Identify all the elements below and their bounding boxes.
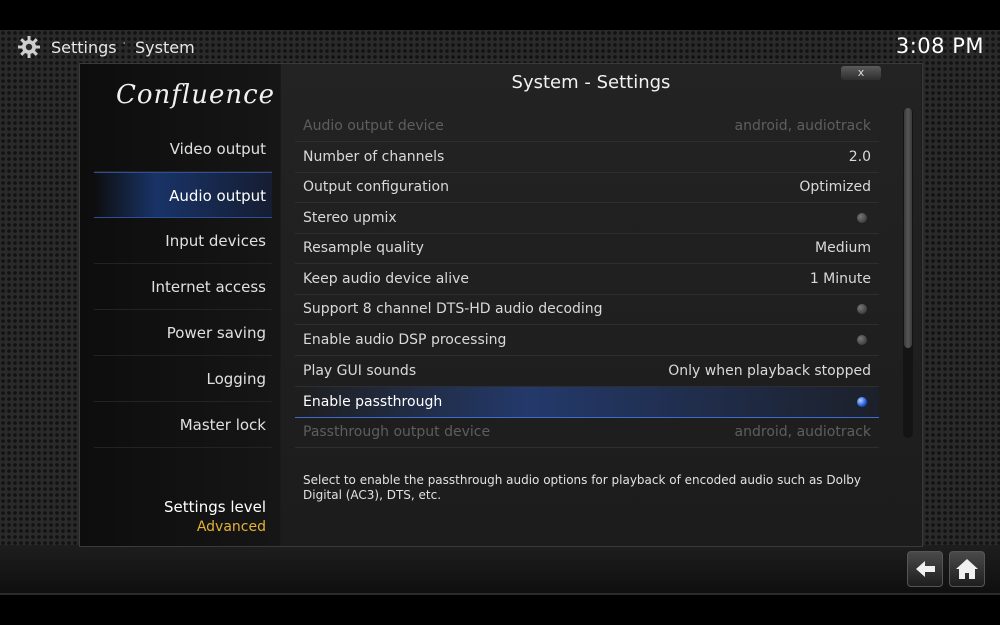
setting-value: Optimized — [799, 179, 871, 195]
radio-off-icon — [857, 335, 867, 345]
setting-value: 1 Minute — [809, 271, 871, 287]
clock: 3:08 PM — [895, 34, 984, 58]
setting-label: Stereo upmix — [303, 210, 397, 226]
setting-dts-hd-decoding[interactable]: Support 8 channel DTS-HD audio decoding — [295, 294, 879, 325]
close-button[interactable]: x — [841, 66, 881, 80]
setting-audio-dsp-processing[interactable]: Enable audio DSP processing — [295, 325, 879, 356]
breadcrumb-settings: Settings — [51, 38, 117, 57]
setting-value: Medium — [815, 240, 871, 256]
setting-stereo-upmix[interactable]: Stereo upmix — [295, 203, 879, 234]
setting-number-of-channels[interactable]: Number of channels 2.0 — [295, 142, 879, 173]
setting-passthrough-output-device[interactable]: Passthrough output device android, audio… — [295, 417, 879, 448]
back-button[interactable] — [907, 551, 943, 587]
radio-off-icon — [857, 213, 867, 223]
confluence-logo: Confluence — [116, 80, 276, 110]
scrollbar[interactable] — [903, 108, 913, 438]
radio-off-icon — [857, 304, 867, 314]
scrollbar-thumb[interactable] — [904, 108, 912, 348]
setting-label: Number of channels — [303, 149, 445, 165]
sidebar: Confluence Video output Audio output Inp… — [80, 64, 280, 546]
setting-output-configuration[interactable]: Output configuration Optimized — [295, 172, 879, 203]
settings-level-value: Advanced — [196, 519, 266, 535]
setting-audio-output-device[interactable]: Audio output device android, audiotrack — [295, 111, 879, 142]
setting-value: Only when playback stopped — [668, 363, 871, 379]
radio-on-icon — [857, 397, 867, 407]
setting-label: Audio output device — [303, 118, 444, 134]
sidebar-item-input-devices[interactable]: Input devices — [94, 218, 272, 264]
page-title: System - Settings — [511, 72, 671, 93]
setting-play-gui-sounds[interactable]: Play GUI sounds Only when playback stopp… — [295, 356, 879, 387]
settings-window: Confluence Video output Audio output Inp… — [79, 63, 923, 547]
setting-value: android, audiotrack — [734, 424, 871, 440]
setting-description: Select to enable the passthrough audio o… — [303, 473, 861, 502]
sidebar-item-master-lock[interactable]: Master lock — [94, 402, 272, 448]
sidebar-item-logging[interactable]: Logging — [94, 356, 272, 402]
header: Settings · System 3:08 PM — [0, 30, 1000, 64]
setting-label: Resample quality — [303, 240, 424, 256]
setting-label: Enable audio DSP processing — [303, 332, 507, 348]
setting-label: Play GUI sounds — [303, 363, 417, 379]
home-button[interactable] — [949, 551, 985, 587]
setting-resample-quality[interactable]: Resample quality Medium — [295, 233, 879, 264]
setting-label: Support 8 channel DTS-HD audio decoding — [303, 301, 603, 317]
settings-level-label: Settings level — [164, 498, 266, 516]
back-arrow-icon — [916, 561, 935, 577]
setting-value: 2.0 — [848, 149, 871, 165]
setting-label: Output configuration — [303, 179, 449, 195]
setting-keep-audio-device-alive[interactable]: Keep audio device alive 1 Minute — [295, 264, 879, 295]
breadcrumb-system: System — [135, 38, 195, 57]
sidebar-item-video-output[interactable]: Video output — [94, 126, 272, 172]
sidebar-item-internet-access[interactable]: Internet access — [94, 264, 272, 310]
settings-level[interactable]: Settings level Advanced — [164, 498, 266, 535]
gear-icon — [18, 36, 40, 58]
sidebar-item-audio-output[interactable]: Audio output — [94, 172, 272, 218]
settings-panel: System - Settings x Audio output device … — [281, 64, 921, 546]
setting-label: Passthrough output device — [303, 424, 491, 440]
setting-label: Keep audio device alive — [303, 271, 469, 287]
setting-label: Enable passthrough — [303, 394, 443, 410]
bottom-bar — [0, 545, 1000, 593]
setting-value: android, audiotrack — [734, 118, 871, 134]
sidebar-item-power-saving[interactable]: Power saving — [94, 310, 272, 356]
breadcrumb-separator: · — [122, 36, 127, 52]
home-icon — [956, 559, 978, 579]
setting-enable-passthrough[interactable]: Enable passthrough — [295, 387, 879, 418]
